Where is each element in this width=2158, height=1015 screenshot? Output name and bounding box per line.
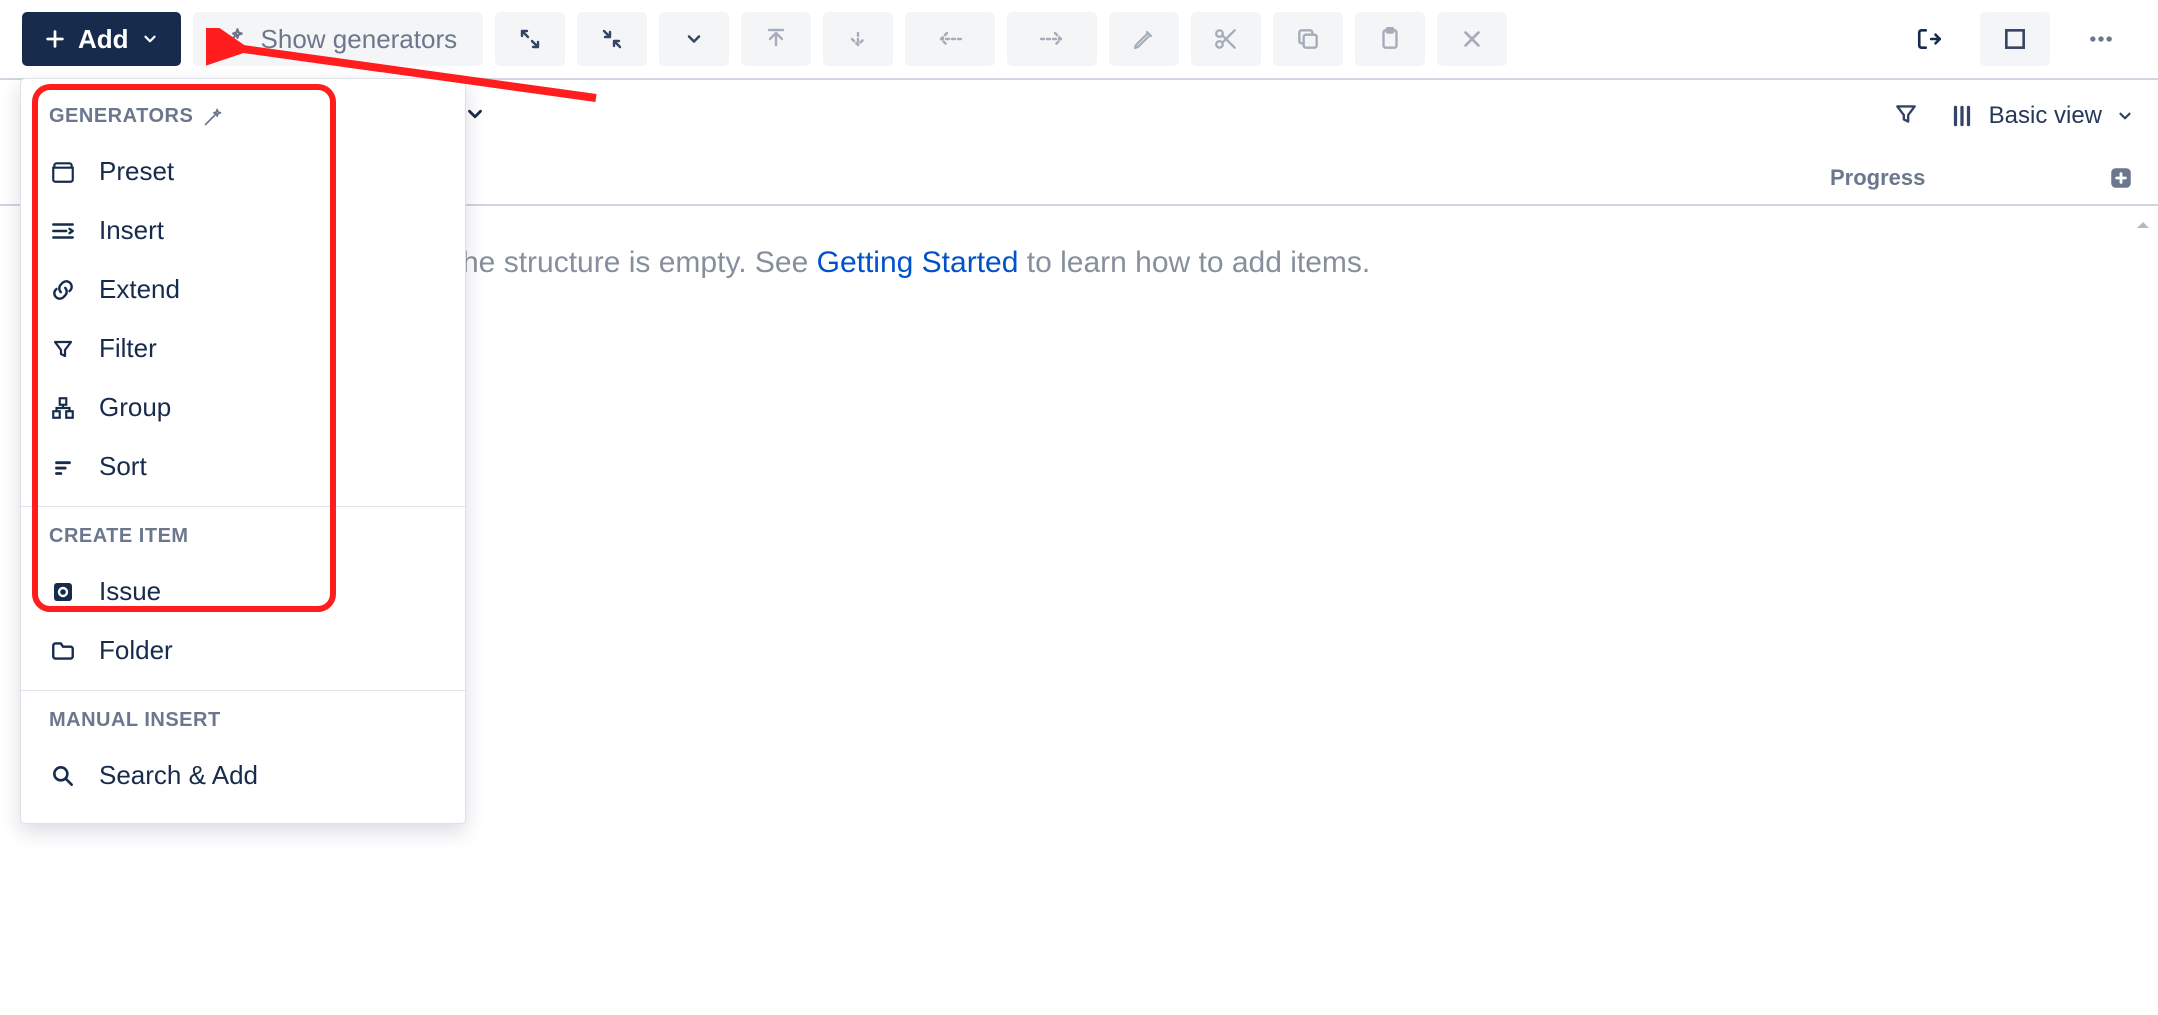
dd-section-create-item: CREATE ITEM <box>21 517 465 562</box>
dd-item-search-add-label: Search & Add <box>99 760 258 791</box>
getting-started-link[interactable]: Getting Started <box>817 246 1019 279</box>
add-button-label: Add <box>78 24 129 55</box>
show-generators-label: Show generators <box>261 24 458 55</box>
column-progress-header[interactable]: Progress <box>1830 165 2100 191</box>
preset-icon <box>49 159 77 185</box>
section-generators-label: GENERATORS <box>49 105 193 128</box>
dd-item-extend[interactable]: Extend <box>21 260 465 319</box>
dd-item-folder[interactable]: Folder <box>21 621 465 680</box>
magic-wand-icon <box>219 26 245 52</box>
paste-button[interactable] <box>1355 12 1425 66</box>
dd-item-filter-label: Filter <box>99 333 157 364</box>
issue-icon <box>49 580 77 604</box>
dd-item-group[interactable]: Group <box>21 378 465 437</box>
section-manual-insert-label: MANUAL INSERT <box>49 709 221 732</box>
toolbar: Add Show generators <box>0 0 2158 80</box>
dd-item-issue-label: Issue <box>99 576 161 607</box>
empty-text-prefix: he structure is empty. See <box>462 246 817 279</box>
chevron-down-icon <box>2116 107 2134 125</box>
edit-button[interactable] <box>1109 12 1179 66</box>
more-menu-button[interactable] <box>2066 12 2136 66</box>
column-progress-label: Progress <box>1830 165 1925 191</box>
dd-item-folder-label: Folder <box>99 635 173 666</box>
section-create-item-label: CREATE ITEM <box>49 525 189 548</box>
move-down-button[interactable] <box>823 12 893 66</box>
expand-collapse-dropdown[interactable] <box>659 12 729 66</box>
indent-button[interactable] <box>1007 12 1097 66</box>
move-up-button[interactable] <box>741 12 811 66</box>
columns-icon <box>1949 103 1975 129</box>
delete-button[interactable] <box>1437 12 1507 66</box>
dd-item-preset[interactable]: Preset <box>21 142 465 201</box>
dd-item-insert[interactable]: Insert <box>21 201 465 260</box>
filter-icon[interactable] <box>1893 101 1919 132</box>
dd-item-preset-label: Preset <box>99 156 174 187</box>
dd-item-group-label: Group <box>99 392 171 423</box>
dd-section-manual-insert: MANUAL INSERT <box>21 701 465 746</box>
group-icon <box>49 395 77 421</box>
plus-icon <box>44 28 66 50</box>
add-column-button[interactable] <box>2108 165 2134 191</box>
expand-button[interactable] <box>495 12 565 66</box>
add-button[interactable]: Add <box>22 12 181 66</box>
insert-icon <box>49 218 77 244</box>
view-selector-label: Basic view <box>1989 102 2102 130</box>
add-dropdown: GENERATORS Preset Insert Extend <box>20 78 466 824</box>
filter-icon <box>49 337 77 361</box>
dd-item-sort[interactable]: Sort <box>21 437 465 496</box>
cut-button[interactable] <box>1191 12 1261 66</box>
show-generators-button[interactable]: Show generators <box>193 12 484 66</box>
copy-button[interactable] <box>1273 12 1343 66</box>
dd-section-generators: GENERATORS <box>21 97 465 142</box>
magic-wand-icon <box>203 107 223 127</box>
outdent-button[interactable] <box>905 12 995 66</box>
extend-icon <box>49 277 77 303</box>
dd-item-insert-label: Insert <box>99 215 164 246</box>
view-selector[interactable]: Basic view <box>1949 102 2134 130</box>
empty-text-suffix: to learn how to add items. <box>1018 246 1370 279</box>
dd-item-search-add[interactable]: Search & Add <box>21 746 465 805</box>
dd-item-extend-label: Extend <box>99 274 180 305</box>
collapse-button[interactable] <box>577 12 647 66</box>
search-icon <box>49 763 77 789</box>
dd-item-sort-label: Sort <box>99 451 147 482</box>
sort-icon <box>49 454 77 480</box>
folder-icon <box>49 638 77 664</box>
dd-item-filter[interactable]: Filter <box>21 319 465 378</box>
panel-toggle-button[interactable] <box>1980 12 2050 66</box>
export-button[interactable] <box>1894 12 1964 66</box>
chevron-down-icon <box>141 30 159 48</box>
dd-item-issue[interactable]: Issue <box>21 562 465 621</box>
